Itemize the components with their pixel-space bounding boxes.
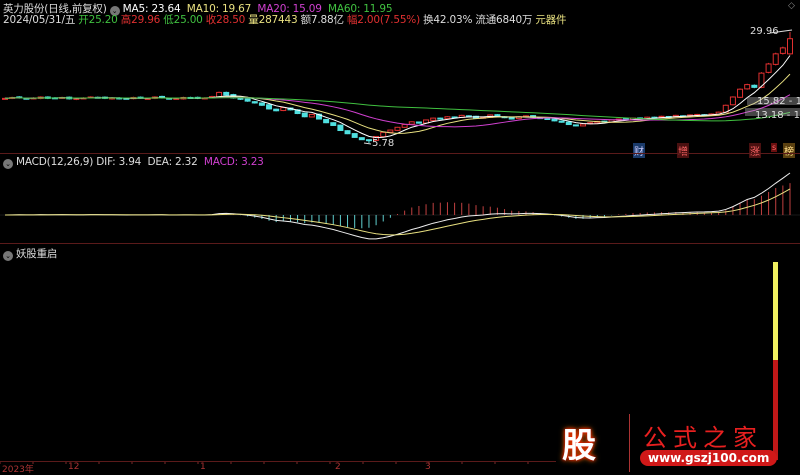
indicator-bar-red [773, 360, 778, 460]
candle-body [408, 121, 415, 125]
x-tick: 1 [200, 462, 206, 472]
candle-body [779, 47, 786, 54]
candle-body [580, 123, 587, 127]
candle-body [344, 130, 351, 135]
max-price-label: 29.96 [750, 26, 779, 37]
min-price-label: 5.78 [372, 138, 395, 149]
x-axis-line [0, 461, 556, 462]
candle-body [558, 120, 565, 123]
candle-body [358, 137, 365, 141]
chart-canvas[interactable] [0, 0, 800, 474]
candle-body [223, 91, 230, 96]
candle-body [508, 117, 515, 120]
candle-body [744, 84, 751, 90]
watermark-logo: 股 [562, 426, 596, 466]
candle-body [565, 121, 572, 126]
marker-s[interactable]: s [771, 143, 778, 152]
candle-body [737, 88, 744, 98]
indicator-title: 妖股重启 [16, 248, 58, 260]
indicator-bar-yellow [773, 262, 778, 360]
candle-body [551, 118, 558, 122]
candle-body [772, 53, 779, 65]
min-arrow [363, 142, 372, 145]
candle-body [751, 84, 758, 88]
collapse-icon[interactable]: ⌄ [3, 251, 13, 261]
candle-body [365, 139, 372, 142]
candle-body [330, 122, 337, 126]
watermark-name: 公式之家 [643, 424, 763, 452]
candle-body [572, 124, 579, 127]
candle-body [280, 107, 287, 112]
ma5-line [4, 55, 791, 139]
marker-increase[interactable]: 增 [677, 143, 689, 158]
divider [0, 243, 800, 244]
candle-body [765, 63, 772, 73]
candle-body [251, 101, 258, 104]
collapse-icon[interactable]: ⌄ [3, 159, 13, 169]
dea-value: DEA: 2.32 [147, 156, 198, 168]
candle-body [301, 112, 308, 118]
x-tick: 2023年 [2, 465, 34, 475]
candle-body [430, 117, 437, 121]
indicator-header: ⌄ 妖股重启 [3, 246, 57, 261]
candle-body [273, 108, 280, 112]
candle-body [258, 102, 265, 106]
candle-body [444, 116, 451, 120]
marker-list[interactable]: 榜 [783, 143, 795, 158]
candle-body [729, 96, 736, 106]
watermark-url: www.gszj100.com [640, 450, 778, 466]
candle-body [308, 113, 315, 118]
x-tick: 12 [68, 462, 80, 472]
ma20-line [4, 94, 791, 128]
dif-value: DIF: 3.94 [96, 156, 142, 168]
candle-body [401, 124, 408, 128]
band-2-label: 13.18 - 14.1 [755, 110, 800, 121]
candle-body [237, 97, 244, 100]
x-tick: 3 [425, 462, 431, 472]
x-tick: 2 [335, 462, 341, 472]
ma10-line [4, 73, 791, 134]
candle-body [337, 124, 344, 132]
candle-body [394, 126, 401, 131]
candle-body [387, 129, 394, 133]
macd-value: MACD: 3.23 [203, 156, 264, 168]
dea-line [4, 188, 791, 236]
candle-body [266, 104, 273, 110]
macd-title: MACD(12,26,9) [16, 156, 94, 168]
candle-body [437, 117, 444, 120]
watermark-divider [629, 414, 630, 472]
band-1-label: 15.82 - 16 [757, 96, 800, 107]
candle-body [244, 98, 251, 102]
dif-line [4, 172, 791, 240]
macd-header: ⌄ MACD(12,26,9) DIF: 3.94 DEA: 2.32 MACD:… [3, 156, 264, 169]
candle-body [380, 131, 387, 138]
candle-body [415, 121, 422, 124]
marker-rise[interactable]: 涨 [749, 143, 761, 158]
candle-body [323, 118, 330, 124]
candle-body [787, 38, 793, 55]
divider [0, 153, 800, 154]
marker-finance[interactable]: 财 [633, 143, 645, 158]
candle-body [351, 133, 358, 138]
